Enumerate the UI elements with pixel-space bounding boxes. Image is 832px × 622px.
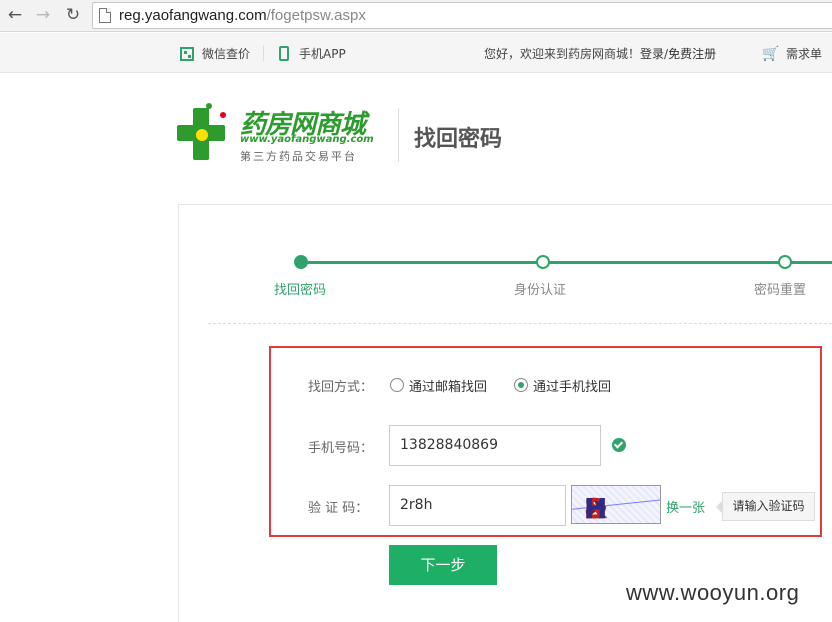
radio-phone-label[interactable]: 通过手机找回 [533,376,611,395]
step-dot-1 [294,255,308,269]
refresh-captcha-link[interactable]: 换一张 [666,497,705,516]
step-dot-2 [536,255,550,269]
url-path: /fogetpsw.aspx [266,7,366,24]
method-label: 找回方式： [308,380,374,395]
mobile-app-link[interactable]: 手机APP [279,45,346,62]
back-arrow-icon[interactable]: ← [4,4,26,26]
section-divider [208,323,832,324]
address-bar[interactable]: reg.yaofangwang.com/fogetpsw.aspx [92,2,832,29]
captcha-char: H [584,492,608,524]
logo-green-dot [206,103,212,109]
welcome-area: 您好，欢迎来到药房网商城！ 登录 / 免费注册 [484,45,716,62]
site-logo[interactable]: 药房网商城 www.yaofangwang.com 第三方药品交易平台 [176,100,391,164]
logo-red-dot [220,112,226,118]
radio-phone[interactable] [514,378,528,392]
logo-url: www.yaofangwang.com [240,134,374,145]
cart-label: 需求单 [786,47,823,61]
next-step-button[interactable]: 下一步 [389,545,497,585]
register-link[interactable]: 免费注册 [668,45,716,62]
step-dot-3 [778,255,792,269]
app-label: 手机APP [299,47,346,61]
phone-input[interactable]: 13828840869 [389,425,601,466]
cart-icon: 🛒 [762,45,780,62]
browser-toolbar: ← → ↻ reg.yaofangwang.com/fogetpsw.aspx [0,0,832,32]
demand-list-link[interactable]: 🛒 需求单 [762,45,822,62]
captcha-tooltip: 请输入验证码 [716,492,815,521]
logo-slogan: 第三方药品交易平台 [240,150,357,163]
header-divider [398,108,399,162]
progress-line [301,261,832,264]
captcha-label: 验 证 码： [308,501,369,516]
site-topbar: 微信查价 手机APP 您好，欢迎来到药房网商城！ 登录 / 免费注册 🛒 需求单 [0,33,832,73]
wechat-label: 微信查价 [202,47,251,61]
forward-arrow-icon[interactable]: → [32,4,54,26]
login-link[interactable]: 登录 [640,45,664,62]
wechat-price-link[interactable]: 微信查价 [180,45,250,62]
radio-email[interactable] [390,378,404,392]
captcha-image[interactable]: 2 R & H [571,485,661,524]
page-title: 找回密码 [414,127,503,152]
radio-email-label[interactable]: 通过邮箱找回 [409,376,487,395]
url-domain: reg.yaofangwang.com [119,7,267,24]
url-text[interactable]: reg.yaofangwang.com/fogetpsw.aspx [119,7,366,24]
qr-code-icon [180,46,194,61]
topbar-divider [263,45,264,61]
phone-icon [279,46,289,61]
page-icon [99,8,111,23]
step-label-find-password: 找回密码 [274,283,327,298]
check-circle-icon [612,438,626,452]
reload-icon[interactable]: ↻ [62,4,84,26]
captcha-input[interactable]: 2r8h [389,485,566,526]
watermark-text: www.wooyun.org [626,580,800,605]
step-label-reset: 密码重置 [754,283,807,298]
step-label-identity: 身份认证 [514,283,567,298]
welcome-text: 您好，欢迎来到药房网商城！ [484,47,641,61]
logo-yellow-dot [196,129,208,141]
phone-label: 手机号码： [308,441,374,456]
